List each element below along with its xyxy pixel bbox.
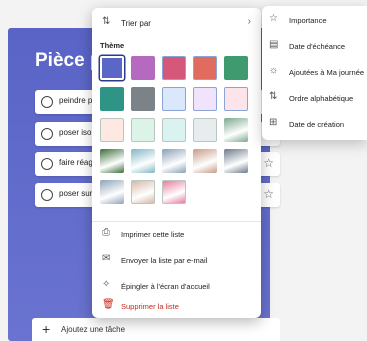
sort-by-menu-item[interactable]: ⇅ Trier par › <box>92 12 261 34</box>
pin-list-item[interactable]: ✧ Épingler à l'écran d'accueil <box>92 276 261 296</box>
theme-swatch[interactable] <box>162 87 186 111</box>
sort-option-label: Ajoutées à Ma journée <box>289 68 365 77</box>
sun-icon: ☼ <box>269 65 279 76</box>
sort-option-due-date[interactable]: ▤ Date d'échéance <box>262 36 367 56</box>
pin-icon: ✧ <box>102 279 111 290</box>
list-options-menu: ⇅ Trier par › Thème ⎙ Imprimer cette lis… <box>92 8 261 318</box>
sort-option-importance[interactable]: ☆ Importance <box>262 10 367 30</box>
mail-icon: ✉ <box>102 253 111 264</box>
email-list-label: Envoyer la liste par e-mail <box>121 256 208 265</box>
sort-icon: ⇅ <box>102 16 111 27</box>
star-icon[interactable]: ☆ <box>263 187 274 201</box>
theme-swatch[interactable] <box>193 87 217 111</box>
theme-swatch[interactable] <box>193 56 217 80</box>
menu-divider <box>92 221 261 222</box>
theme-swatch-photo-palm[interactable] <box>224 118 248 142</box>
sort-option-creation-date[interactable]: ⊞ Date de création <box>262 114 367 134</box>
theme-swatch[interactable] <box>131 118 155 142</box>
theme-swatch-photo-field[interactable] <box>131 180 155 204</box>
theme-swatch-photo-desert[interactable] <box>193 149 217 173</box>
theme-swatch-photo-lighthouse[interactable] <box>100 180 124 204</box>
complete-checkbox[interactable] <box>41 158 53 170</box>
theme-swatch-photo-mountains[interactable] <box>162 149 186 173</box>
sort-by-label: Trier par <box>121 19 151 28</box>
task-label: poser iso <box>59 128 92 137</box>
theme-swatch[interactable] <box>131 56 155 80</box>
task-label: peindre p <box>59 96 93 105</box>
delete-list-item[interactable]: 🗑 Supprimer la liste <box>92 296 261 316</box>
theme-swatch-photo-leaves[interactable] <box>100 149 124 173</box>
add-task-label: Ajoutez une tâche <box>61 325 126 334</box>
delete-list-label: Supprimer la liste <box>121 302 179 311</box>
star-icon[interactable]: ☆ <box>263 156 274 170</box>
calendar-add-icon: ⊞ <box>269 117 278 128</box>
trash-icon: 🗑 <box>102 299 115 310</box>
add-task-button[interactable]: + Ajoutez une tâche <box>32 318 280 341</box>
pin-list-label: Épingler à l'écran d'accueil <box>121 282 210 291</box>
theme-swatch[interactable] <box>224 87 248 111</box>
printer-icon: ⎙ <box>102 227 110 238</box>
email-list-item[interactable]: ✉ Envoyer la liste par e-mail <box>92 250 261 270</box>
theme-heading: Thème <box>100 41 125 50</box>
sort-option-label: Date d'échéance <box>289 42 346 51</box>
sort-icon: ⇅ <box>269 91 278 102</box>
complete-checkbox[interactable] <box>41 128 53 140</box>
theme-swatch-photo-rocks[interactable] <box>224 149 248 173</box>
chevron-right-icon: › <box>247 16 251 27</box>
theme-swatch-photo-beach[interactable] <box>131 149 155 173</box>
sort-option-alphabetical[interactable]: ⇅ Ordre alphabétique <box>262 88 367 108</box>
theme-swatch-photo-pink[interactable] <box>162 180 186 204</box>
theme-swatch[interactable] <box>131 87 155 111</box>
sort-option-label: Importance <box>289 16 327 25</box>
print-list-label: Imprimer cette liste <box>121 230 185 239</box>
sort-option-my-day[interactable]: ☼ Ajoutées à Ma journée <box>262 62 367 82</box>
theme-swatch[interactable] <box>162 56 186 80</box>
calendar-icon: ▤ <box>269 39 279 50</box>
task-label: faire réag <box>59 158 93 167</box>
theme-swatch[interactable] <box>100 87 124 111</box>
theme-swatch[interactable] <box>100 56 124 80</box>
theme-swatch[interactable] <box>100 118 124 142</box>
sort-option-label: Date de création <box>289 120 345 129</box>
theme-swatch[interactable] <box>224 56 248 80</box>
theme-swatch[interactable] <box>162 118 186 142</box>
sort-submenu: ☆ Importance ▤ Date d'échéance ☼ Ajoutée… <box>262 6 367 140</box>
complete-checkbox[interactable] <box>41 189 53 201</box>
plus-icon: + <box>42 321 51 337</box>
theme-swatch[interactable] <box>193 118 217 142</box>
complete-checkbox[interactable] <box>41 96 53 108</box>
star-icon: ☆ <box>269 13 278 24</box>
print-list-item[interactable]: ⎙ Imprimer cette liste <box>92 224 261 244</box>
sort-option-label: Ordre alphabétique <box>289 94 354 103</box>
task-label: poser sur <box>59 189 93 198</box>
